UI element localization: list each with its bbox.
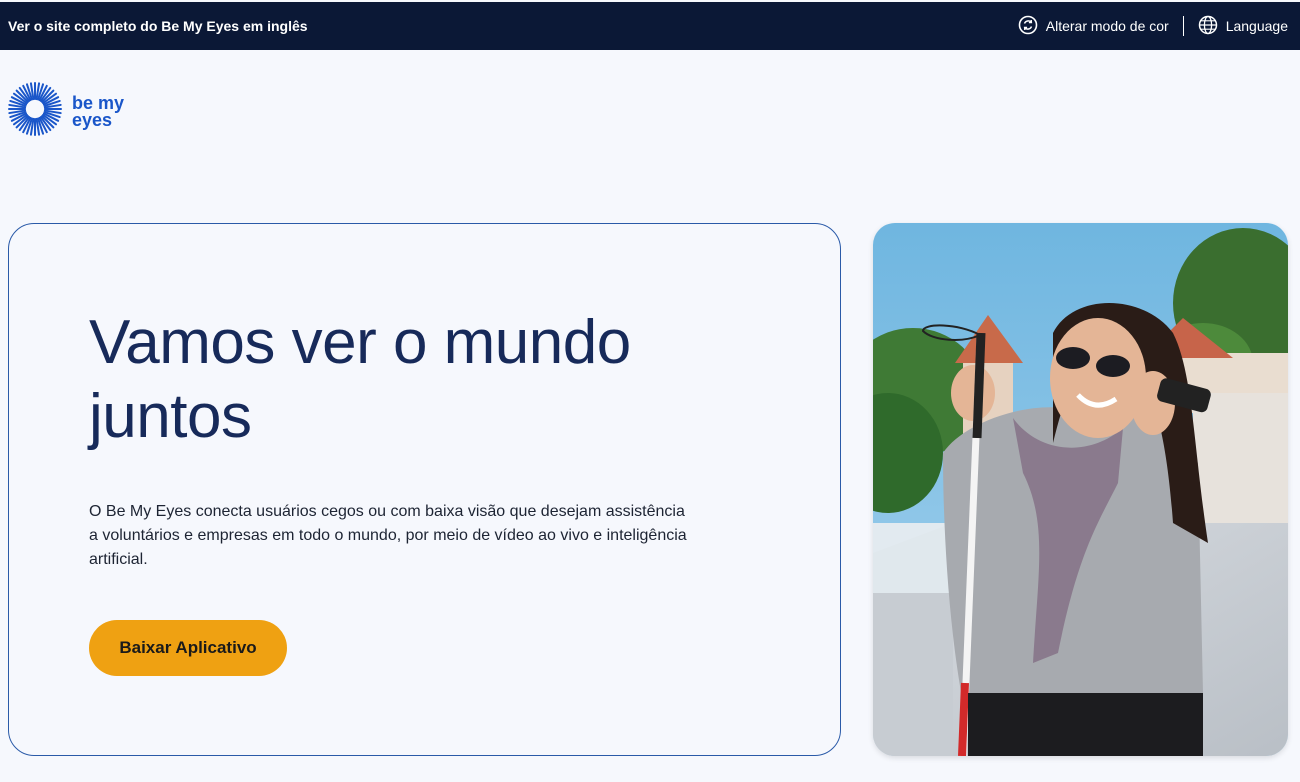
topbar-divider <box>1182 16 1184 36</box>
logo-wordmark: be my eyes <box>72 92 125 130</box>
language-label: Language <box>1225 18 1288 34</box>
language-button[interactable]: Language <box>1198 15 1288 38</box>
globe-icon <box>1198 15 1218 38</box>
download-app-button[interactable]: Baixar Aplicativo <box>89 620 287 676</box>
color-mode-icon <box>1018 15 1038 38</box>
hero-photo <box>873 223 1288 756</box>
topbar-actions: Alterar modo de cor Language <box>1018 15 1288 38</box>
logo-line-2: eyes <box>72 109 113 130</box>
logo-line-1: be my <box>72 92 125 113</box>
hero-card: Vamos ver o mundo juntos O Be My Eyes co… <box>8 223 841 756</box>
logo-home-link[interactable]: be my eyes <box>8 82 124 141</box>
full-site-english-link[interactable]: Ver o site completo do Be My Eyes em ing… <box>8 18 308 34</box>
sunburst-logo-icon <box>8 82 62 141</box>
top-bar: Ver o site completo do Be My Eyes em ing… <box>0 2 1300 50</box>
hero-description: O Be My Eyes conecta usuários cegos ou c… <box>89 503 687 568</box>
color-mode-label: Alterar modo de cor <box>1045 18 1169 34</box>
hero-title: Vamos ver o mundo juntos <box>89 308 631 451</box>
color-mode-button[interactable]: Alterar modo de cor <box>1018 15 1169 38</box>
